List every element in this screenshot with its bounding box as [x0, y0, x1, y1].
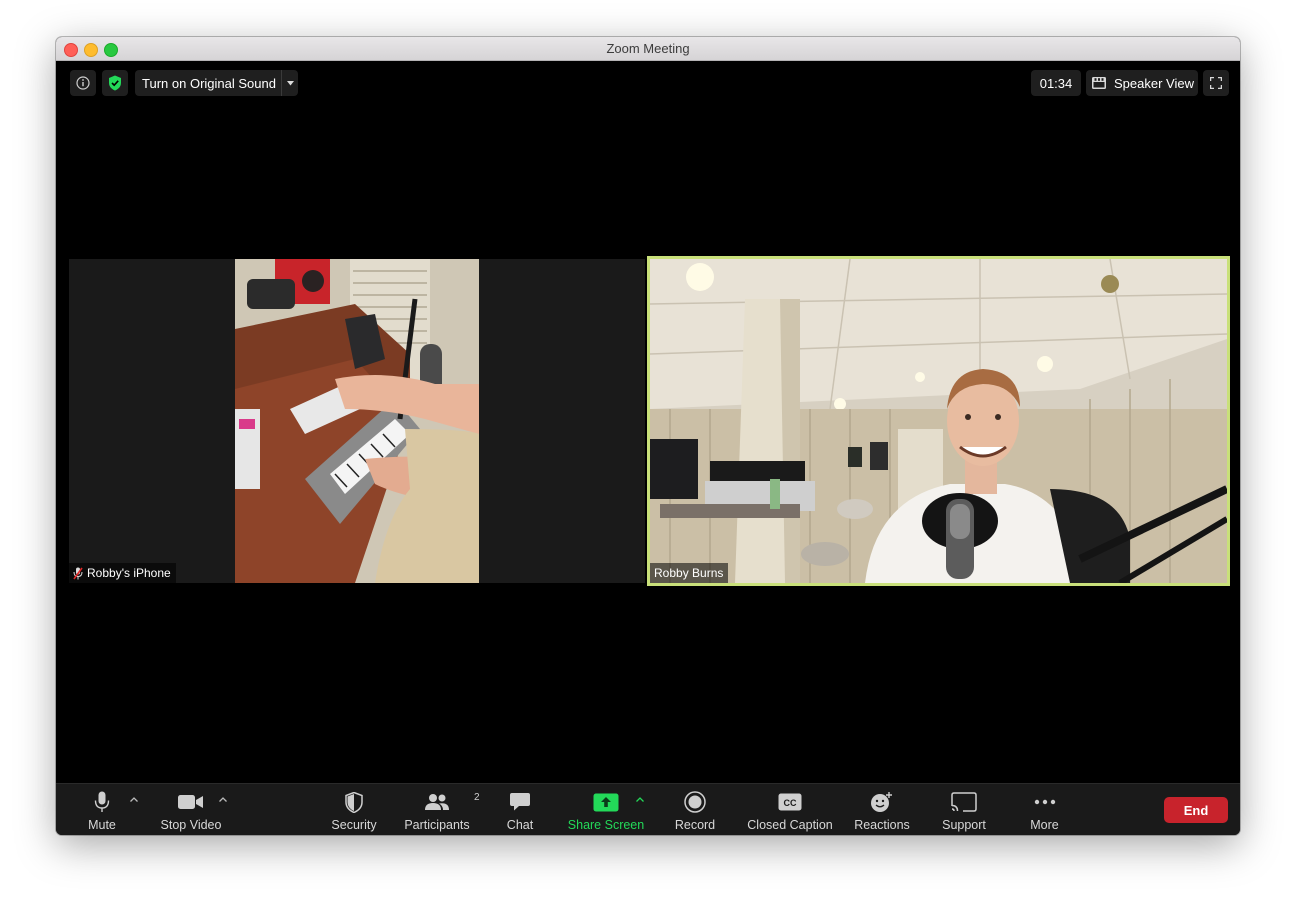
participants-button[interactable]: 2 Participants — [402, 790, 479, 834]
participant-name-tag: Robby's iPhone — [69, 563, 176, 583]
chevron-up-icon — [636, 797, 644, 802]
info-icon — [76, 76, 90, 90]
title-bar: Zoom Meeting — [56, 37, 1240, 61]
participant-name: Robby's iPhone — [87, 566, 171, 580]
share-screen-button[interactable]: Share Screen — [566, 790, 646, 834]
fullscreen-button[interactable] — [1203, 70, 1229, 96]
chat-button[interactable]: Chat — [500, 790, 540, 834]
end-label: End — [1183, 802, 1209, 818]
record-button[interactable]: Record — [670, 790, 720, 834]
participant-name-tag: Robby Burns — [650, 563, 729, 583]
stop-video-button[interactable]: Stop Video — [156, 790, 226, 834]
more-dots-icon — [1034, 799, 1055, 805]
shield-icon — [345, 791, 363, 813]
chevron-up-icon — [219, 797, 227, 802]
grid-view-icon — [1092, 77, 1106, 89]
chat-label: Chat — [506, 818, 534, 832]
chevron-up-icon — [130, 797, 138, 802]
mute-button[interactable]: Mute — [82, 790, 122, 834]
view-label: Speaker View — [1114, 75, 1194, 91]
original-sound-label: Turn on Original Sound — [142, 75, 276, 91]
stop-video-label: Stop Video — [160, 818, 222, 832]
support-label: Support — [942, 818, 986, 832]
share-options-caret[interactable] — [636, 794, 644, 805]
security-button[interactable]: Security — [327, 790, 381, 834]
original-sound-button[interactable]: Turn on Original Sound — [135, 70, 283, 96]
caret-down-icon — [286, 80, 294, 85]
closed-caption-label: Closed Caption — [747, 818, 833, 832]
meeting-info-button[interactable] — [70, 70, 96, 96]
muted-mic-icon — [73, 567, 83, 579]
shield-check-icon — [109, 75, 121, 91]
speaker-view-button[interactable]: Speaker View — [1086, 70, 1198, 96]
closed-caption-icon: CC — [778, 793, 802, 811]
record-label: Record — [674, 818, 716, 832]
audio-options-caret[interactable] — [130, 794, 138, 805]
more-label: More — [1030, 818, 1059, 832]
reactions-button[interactable]: Reactions — [852, 790, 912, 834]
participants-label: Participants — [404, 818, 470, 832]
mute-label: Mute — [88, 818, 116, 832]
share-screen-label: Share Screen — [567, 818, 645, 832]
fullscreen-icon — [1210, 77, 1222, 89]
cast-screen-icon — [951, 792, 977, 812]
meeting-toolbar: Mute Stop Video Security 2 Participants … — [56, 783, 1240, 835]
window-title: Zoom Meeting — [606, 41, 690, 56]
video-camera-icon — [178, 795, 203, 809]
more-button[interactable]: More — [1022, 790, 1067, 834]
record-icon — [684, 791, 706, 813]
video-tile-robbys-iphone[interactable]: Robby's iPhone — [69, 259, 645, 583]
encryption-shield-button[interactable] — [102, 70, 128, 96]
microphone-icon — [94, 791, 110, 812]
video-feed-keyboard-studio — [235, 259, 479, 583]
participants-count: 2 — [474, 792, 480, 803]
meeting-timer: 01:34 — [1031, 70, 1081, 96]
security-label: Security — [331, 818, 377, 832]
svg-text:CC: CC — [784, 798, 797, 808]
meeting-area: Turn on Original Sound 01:34 Speaker Vie… — [56, 61, 1240, 783]
video-options-caret[interactable] — [219, 794, 227, 805]
original-sound-dropdown[interactable] — [281, 70, 298, 96]
emoji-plus-icon — [871, 792, 892, 812]
participants-icon — [425, 794, 449, 810]
timer-text: 01:34 — [1039, 75, 1073, 91]
closed-caption-button[interactable]: CC Closed Caption — [745, 790, 835, 834]
participant-name: Robby Burns — [654, 566, 724, 580]
reactions-label: Reactions — [854, 818, 910, 832]
share-screen-icon — [593, 793, 619, 811]
video-tile-robby-burns[interactable]: Robby Burns — [647, 256, 1230, 586]
end-meeting-button[interactable]: End — [1164, 797, 1228, 823]
chat-bubble-icon — [510, 793, 530, 811]
video-feed-basement-studio — [650, 259, 1227, 583]
support-button[interactable]: Support — [938, 790, 990, 834]
zoom-window: Zoom Meeting Turn on Original Sound 01:3… — [56, 37, 1240, 835]
